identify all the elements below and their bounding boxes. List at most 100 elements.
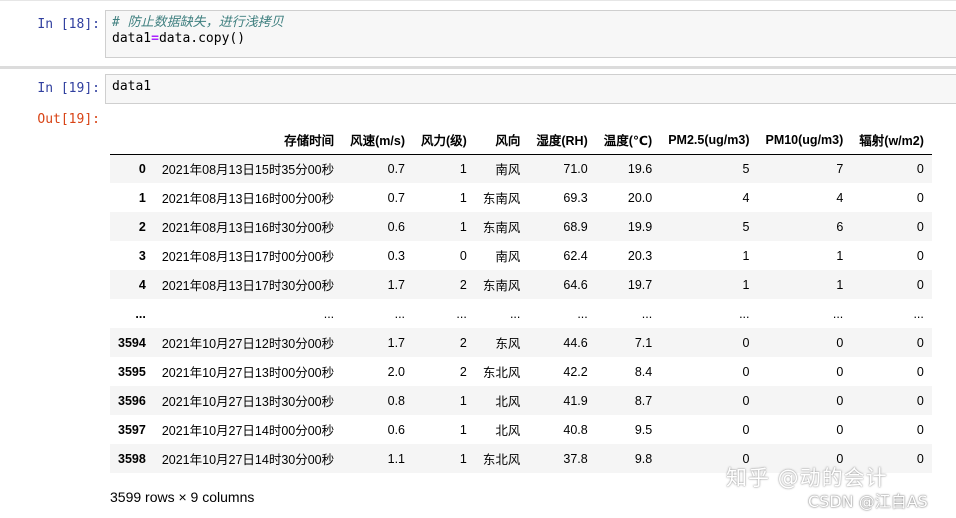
table-cell: 2021年10月27日12时30分00秒 (161, 337, 335, 351)
row-index: 3598 (118, 451, 146, 466)
table-cell: 44.6 (563, 335, 588, 350)
table-cell: 北风 (495, 424, 521, 438)
row-index: 3595 (118, 364, 146, 379)
table-cell: 1 (836, 277, 844, 292)
table-row: 3 2021年08月13日17时00分00秒 0.3 0 南风 62.4 20.3 1 1 0 (110, 241, 932, 270)
table-cell: 42.2 (563, 364, 588, 379)
table-cell: 0 (742, 335, 750, 350)
table-cell: 40.8 (563, 422, 588, 437)
table-cell: 6 (836, 219, 844, 234)
row-index: 3597 (118, 422, 146, 437)
table-cell: 2 (459, 364, 467, 379)
table-cell: ... (323, 306, 335, 321)
table-cell: ... (456, 306, 467, 321)
table-cell: 2021年08月13日17时30分00秒 (161, 279, 335, 293)
table-cell: 69.3 (563, 190, 588, 205)
table-cell: 1 (459, 422, 467, 437)
table-cell: 0 (916, 277, 924, 292)
table-cell: 62.4 (563, 248, 588, 263)
cell-18-code-editor[interactable]: # 防止数据缺失，进行浅拷贝 data1=data.copy() (105, 10, 956, 58)
table-cell: 71.0 (563, 161, 588, 176)
cell-19-prompt: In [19]: (37, 81, 100, 96)
table-cell: 北风 (495, 395, 521, 409)
table-cell: 0 (459, 248, 467, 263)
row-index: 3 (138, 248, 146, 263)
table-row: 0 2021年08月13日15时35分00秒 0.7 1 南风 71.0 19.6 5 7 0 (110, 154, 932, 183)
row-index: 1 (138, 190, 146, 205)
table-cell: 1 (459, 451, 467, 466)
table-cell: 2021年10月27日13时30分00秒 (161, 395, 335, 409)
code-line-data1: data1 (112, 79, 152, 94)
table-cell: 64.6 (563, 277, 588, 292)
cell-19-code-editor[interactable]: data1 (105, 74, 956, 104)
table-cell: 南风 (495, 163, 521, 178)
table-cell: 19.7 (627, 277, 653, 292)
table-cell: 0.3 (387, 248, 406, 263)
table-cell: 1.7 (387, 335, 406, 350)
table-cell: 2021年08月13日17时00分00秒 (161, 250, 335, 264)
table-cell: 0 (916, 248, 924, 263)
table-cell: 19.6 (627, 161, 653, 176)
table-cell: 东南风 (482, 279, 521, 293)
table-cell: 东北风 (482, 366, 521, 380)
table-row: 2 2021年08月13日16时30分00秒 0.6 1 东南风 68.9 19.9 5 6 0 (110, 212, 932, 241)
column-header: 湿度(RH) (528, 126, 596, 155)
table-row: 4 2021年08月13日17时30分00秒 1.7 2 东南风 64.6 19.7 1 1 0 (110, 270, 932, 299)
index-header (110, 126, 154, 155)
column-header: 存储时间 (153, 126, 343, 155)
table-cell: 0 (742, 364, 750, 379)
table-cell: 0 (916, 364, 924, 379)
table-cell: 0.6 (387, 219, 406, 234)
column-header: 温度(℃) (595, 126, 661, 155)
table-cell: 5 (742, 219, 750, 234)
table-cell: 19.9 (627, 219, 653, 234)
cell-separator (0, 66, 956, 69)
code-variable: data1 (112, 31, 152, 46)
table-cell: 1 (742, 277, 750, 292)
table-cell: 9.8 (634, 451, 653, 466)
table-cell: 东南风 (482, 221, 521, 235)
table-cell: 2021年08月13日16时30分00秒 (161, 221, 335, 235)
table-cell: 1.7 (387, 277, 406, 292)
table-cell: ... (913, 306, 924, 321)
table-cell: 0.7 (387, 161, 406, 176)
table-cell: 0 (836, 335, 844, 350)
table-cell: 7.1 (634, 335, 653, 350)
table-cell: 0 (916, 393, 924, 408)
table-row: 1 2021年08月13日16时00分00秒 0.7 1 东南风 69.3 20.0 4 4 0 (110, 183, 932, 212)
top-divider (0, 0, 956, 1)
table-cell: ... (832, 306, 844, 321)
column-header: 风速(m/s) (342, 126, 414, 155)
column-header: 辐射(w/m2) (851, 126, 932, 155)
table-cell: 0.7 (387, 190, 406, 205)
table-cell: 0 (836, 422, 844, 437)
table-cell: 2.0 (387, 364, 406, 379)
table-cell: 1.1 (387, 451, 406, 466)
row-index: ... (135, 306, 146, 321)
table-cell: 2021年10月27日14时30分00秒 (161, 453, 335, 467)
column-header: PM10(ug/m3) (757, 126, 852, 155)
table-cell: 0 (836, 364, 844, 379)
row-index: 3594 (118, 335, 146, 350)
cell-18-prompt: In [18]: (37, 17, 100, 32)
table-cell: 1 (459, 190, 467, 205)
table-cell: 8.7 (634, 393, 653, 408)
column-header: 风力(级) (413, 126, 475, 155)
table-cell: ... (739, 306, 750, 321)
table-cell: 1 (742, 248, 750, 263)
table-row: 3597 2021年10月27日14时00分00秒 0.6 1 北风 40.8 9.5 0 0 0 (110, 415, 932, 444)
table-cell: 5 (742, 161, 750, 176)
table-cell: 4 (742, 190, 750, 205)
column-header: PM2.5(ug/m3) (660, 126, 758, 155)
table-cell: 9.5 (634, 422, 653, 437)
table-cell: 2021年08月13日15时35分00秒 (161, 163, 335, 178)
table-cell: 2021年10月27日13时00分00秒 (161, 366, 335, 380)
table-cell: 0 (742, 393, 750, 408)
table-row: 3595 2021年10月27日13时00分00秒 2.0 2 东北风 42.2 8.4 0 0… (110, 357, 932, 386)
table-cell: ... (577, 306, 588, 321)
row-index: 0 (138, 161, 146, 176)
code-line-copy: data1=data.copy() (112, 31, 950, 47)
table-cell: 东南风 (482, 192, 521, 206)
table-cell: 1 (459, 219, 467, 234)
table-cell: 2021年08月13日16时00分00秒 (161, 192, 335, 206)
